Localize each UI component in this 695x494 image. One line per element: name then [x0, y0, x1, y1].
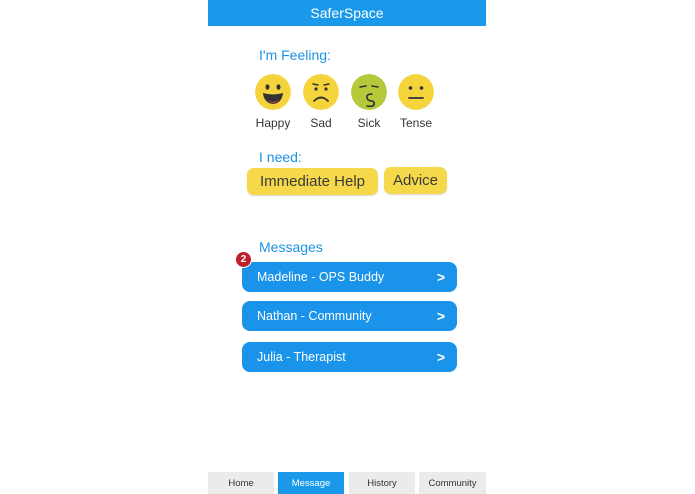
message-thread-label: Julia - Therapist [257, 350, 346, 364]
message-thread-madeline[interactable]: Madeline - OPS Buddy > [242, 262, 457, 292]
mood-label: Sick [357, 116, 381, 130]
tab-message[interactable]: Message [278, 472, 344, 494]
messages-label: Messages [259, 239, 323, 255]
tab-history[interactable]: History [349, 472, 415, 494]
mood-label: Sad [310, 116, 332, 130]
chevron-right-icon: > [436, 308, 445, 324]
sick-face-icon [351, 74, 387, 110]
message-thread-julia[interactable]: Julia - Therapist > [242, 342, 457, 372]
happy-face-icon [255, 74, 291, 110]
tab-community[interactable]: Community [419, 472, 486, 494]
app-title: SaferSpace [310, 5, 384, 21]
mood-tense[interactable]: Tense [391, 74, 441, 130]
advice-button[interactable]: Advice [384, 167, 447, 194]
feeling-label: I'm Feeling: [259, 47, 331, 63]
message-thread-nathan[interactable]: Nathan - Community > [242, 301, 457, 331]
mood-sick[interactable]: Sick [344, 74, 394, 130]
unread-badge: 2 [235, 251, 252, 268]
mood-label: Tense [399, 116, 433, 130]
mood-sad[interactable]: Sad [296, 74, 346, 130]
immediate-help-button[interactable]: Immediate Help [247, 168, 378, 195]
message-thread-label: Madeline - OPS Buddy [257, 270, 385, 284]
need-label: I need: [259, 149, 302, 165]
mood-selector: Happy Sad Sick Tense [248, 74, 448, 130]
message-thread-label: Nathan - Community [257, 309, 372, 323]
app-header: SaferSpace [208, 0, 486, 26]
tense-face-icon [398, 74, 434, 110]
bottom-tab-bar: Home Message History Community [208, 472, 486, 494]
chevron-right-icon: > [436, 349, 445, 365]
tab-home[interactable]: Home [208, 472, 274, 494]
mood-label: Happy [255, 116, 291, 130]
chevron-right-icon: > [436, 269, 445, 285]
mood-happy[interactable]: Happy [248, 74, 298, 130]
app-screen: SaferSpace I'm Feeling: Happy Sad Sick T… [208, 0, 486, 494]
sad-face-icon [303, 74, 339, 110]
